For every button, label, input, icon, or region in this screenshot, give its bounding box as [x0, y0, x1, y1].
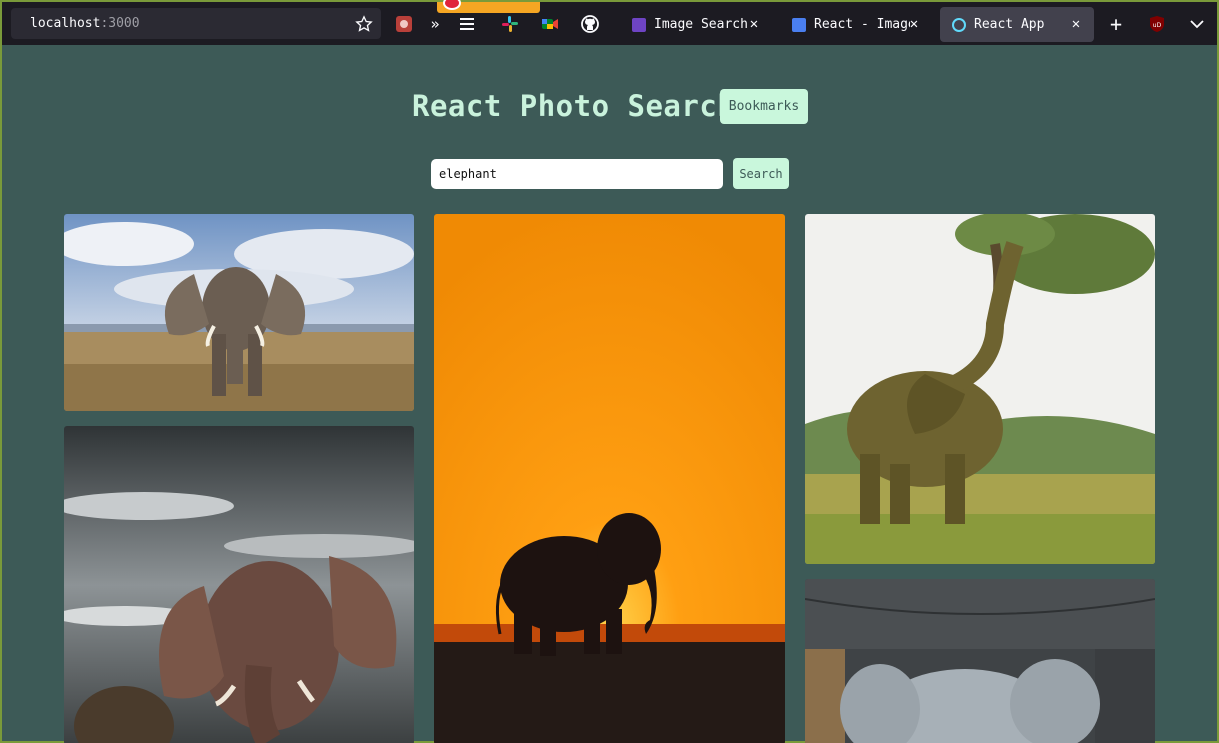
slack-icon[interactable] — [500, 14, 520, 34]
tab-label: React App — [974, 17, 1045, 32]
new-tab-icon[interactable]: + — [1106, 12, 1126, 36]
react-favicon-icon — [952, 17, 966, 32]
elephant-sunset-image — [434, 214, 785, 743]
tab-close-icon[interactable]: ✕ — [1068, 16, 1084, 32]
docs-favicon-icon — [792, 17, 806, 32]
tab-react-image[interactable]: React - Image ✕ — [780, 7, 932, 42]
url-host: localhost — [30, 16, 101, 31]
photo-card[interactable] — [805, 214, 1155, 564]
photo-card[interactable] — [805, 579, 1155, 743]
elephant-monochrome-image — [64, 426, 414, 743]
form-favicon-icon — [632, 17, 646, 32]
tab-react-app[interactable]: React App ✕ — [940, 7, 1094, 42]
svg-text:uD: uD — [1153, 22, 1162, 29]
photo-card[interactable] — [64, 214, 414, 411]
tab-close-icon[interactable]: ✕ — [906, 16, 922, 32]
tab-image-search[interactable]: Image Search A ✕ — [620, 7, 772, 42]
url-port: :3000 — [100, 16, 140, 31]
github-icon[interactable] — [580, 14, 600, 34]
ublock-icon[interactable]: uD — [1147, 14, 1167, 34]
elephant-eating-image — [805, 214, 1155, 564]
tab-close-icon[interactable]: ✕ — [746, 16, 762, 32]
page-title: React Photo Search — [412, 89, 736, 123]
tab-label: Image Search A — [654, 17, 754, 32]
baby-elephant-image — [805, 579, 1155, 743]
bookmarks-button[interactable]: Bookmarks — [720, 89, 808, 124]
photo-card[interactable] — [434, 214, 785, 743]
tab-label: React - Image — [814, 17, 910, 32]
list-tabs-chevron-icon[interactable] — [1187, 14, 1207, 34]
extension-icon[interactable] — [394, 14, 414, 34]
menu-icon[interactable] — [457, 14, 477, 34]
search-input[interactable] — [431, 159, 723, 189]
address-bar[interactable]: localhost:3000 — [11, 8, 381, 39]
bookmark-star-icon[interactable] — [355, 15, 373, 33]
photo-card[interactable] — [64, 426, 414, 743]
browser-toolbar: localhost:3000 » Image Search A ✕ React… — [2, 0, 1217, 45]
elephant-savanna-image — [64, 214, 414, 411]
meet-icon[interactable] — [540, 14, 560, 34]
search-button[interactable]: Search — [733, 158, 789, 189]
overflow-chevron-icon[interactable]: » — [425, 14, 445, 34]
